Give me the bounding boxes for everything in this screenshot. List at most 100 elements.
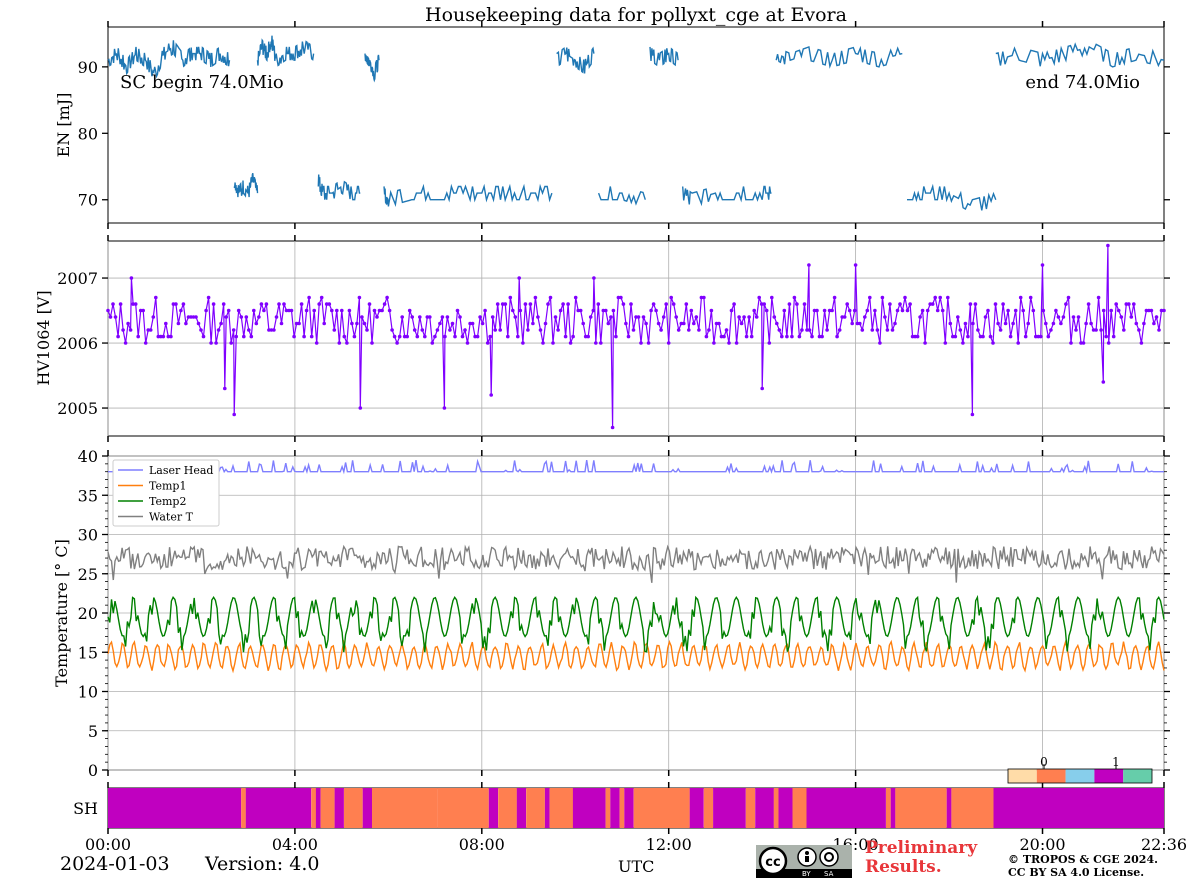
hv1064-point <box>387 308 392 313</box>
hv1064-point <box>370 341 374 345</box>
hv1064-point <box>523 302 528 306</box>
hv1064-point <box>1101 380 1106 384</box>
hv1064-point <box>561 302 565 306</box>
y-tick-label: 80 <box>78 124 98 143</box>
hv1064-point <box>458 315 462 319</box>
svg-text:cc: cc <box>765 855 780 870</box>
hv1064-point <box>206 295 211 300</box>
hv1064-point <box>312 308 317 313</box>
shutter-segment <box>488 788 499 828</box>
hv1064-point <box>445 315 450 319</box>
hv1064-point <box>106 308 110 313</box>
hv1064-point <box>223 386 227 391</box>
hv1064-point <box>488 334 493 339</box>
hv1064-point <box>594 341 598 345</box>
shutter-segment <box>572 788 606 828</box>
y-tick-label: 5 <box>88 722 98 741</box>
hv1064-point <box>1109 308 1113 313</box>
y-tick-label: 2007 <box>57 269 98 288</box>
hv1064-point <box>297 321 301 326</box>
hv1064-point <box>347 308 352 313</box>
colorbar-cell <box>1036 769 1066 783</box>
energy-line <box>364 53 380 83</box>
hv1064-point <box>935 308 940 313</box>
hv1064-panel-frame <box>107 240 1165 437</box>
hv1064-point <box>543 321 548 326</box>
hv1064-point <box>440 315 445 319</box>
hv1064-point <box>433 334 437 339</box>
hv1064-point <box>588 315 593 319</box>
hv1064-point <box>234 334 238 339</box>
hv1064-point <box>973 302 978 306</box>
temperature-line-0 <box>108 458 1164 475</box>
hv1064-point <box>322 321 327 326</box>
hv1064-point <box>709 308 714 313</box>
hv1064-point <box>1061 315 1066 319</box>
hv1064-point <box>526 328 530 332</box>
hv1064-point <box>895 308 900 313</box>
hv1064-point <box>1111 334 1116 339</box>
hv1064-point <box>609 315 613 319</box>
hv1064-point <box>956 315 960 319</box>
hv1064-point <box>1039 334 1043 339</box>
hv1064-point <box>853 263 858 267</box>
hv1064-point <box>518 308 523 313</box>
hv1064-point <box>508 295 513 300</box>
temperature-ylabel: Temperature [° C] <box>52 539 71 687</box>
hv1064-point <box>211 302 216 306</box>
hv1064-point <box>968 302 973 306</box>
hv1064-point <box>395 341 399 345</box>
hv1064-point <box>946 295 950 300</box>
hv1064-point <box>591 308 596 313</box>
hv1064-point <box>953 334 958 339</box>
hv1064-point <box>1162 308 1166 313</box>
temperature-legend: Laser Head Temp1 Temp2 Water T <box>112 459 220 527</box>
y-tick-label: 40 <box>78 447 98 466</box>
hv1064-point <box>304 308 309 313</box>
shutter-segment <box>946 788 952 828</box>
colorbar-cell <box>1094 769 1124 783</box>
hv1064-point <box>1101 308 1106 313</box>
hv1064-point <box>563 334 568 339</box>
hv1064-point <box>646 341 651 345</box>
hv1064-point <box>780 334 784 339</box>
copyright-notice: © TROPOS & CGE 2024. CC BY SA 4.0 License… <box>1008 853 1158 879</box>
hv1064-point <box>1028 295 1033 300</box>
shutter-segment <box>372 788 438 828</box>
chart-title: Housekeeping data for pollyxt_cge at Evo… <box>425 4 847 26</box>
axis-ticks: 00:00 04:00 08:00 12:00 16:00 20:00 22:3670809… <box>57 21 1187 854</box>
colorbar-cell <box>1065 769 1095 783</box>
hv1064-point <box>1013 308 1018 313</box>
hv1064-point <box>1006 308 1010 313</box>
hv1064-point <box>568 341 573 345</box>
hv1064-point <box>453 334 457 339</box>
hv1064-point <box>795 302 799 306</box>
hv1064-point <box>873 308 877 313</box>
legend-label: Water T <box>149 511 194 524</box>
hv1064-point <box>845 302 849 306</box>
hv1064-point <box>996 321 1000 326</box>
shutter-segment <box>624 788 634 828</box>
hv1064-point <box>1023 334 1028 339</box>
hv1064-point <box>674 315 678 319</box>
hv1064-point <box>847 308 852 313</box>
hv1064-point <box>442 406 447 410</box>
hv1064-point <box>858 321 862 326</box>
shutter-segment <box>344 788 363 828</box>
shutter-segment <box>320 788 335 828</box>
svg-text:BY: BY <box>802 870 811 878</box>
hv1064-point <box>478 315 482 319</box>
shutter-segment <box>362 788 372 828</box>
hv1064-point <box>629 302 633 306</box>
hv1064-point <box>687 328 691 332</box>
hv1064-point <box>1071 315 1076 319</box>
hv1064-point <box>566 302 570 306</box>
hv1064-point <box>842 315 847 319</box>
energy-line <box>597 186 646 206</box>
hv1064-point <box>199 328 203 332</box>
hv1064-point <box>521 341 525 345</box>
hv1064-point <box>1149 308 1154 313</box>
hv1064-point <box>1044 321 1048 326</box>
hv1064-point <box>360 315 364 319</box>
hv1064-point <box>820 334 824 339</box>
